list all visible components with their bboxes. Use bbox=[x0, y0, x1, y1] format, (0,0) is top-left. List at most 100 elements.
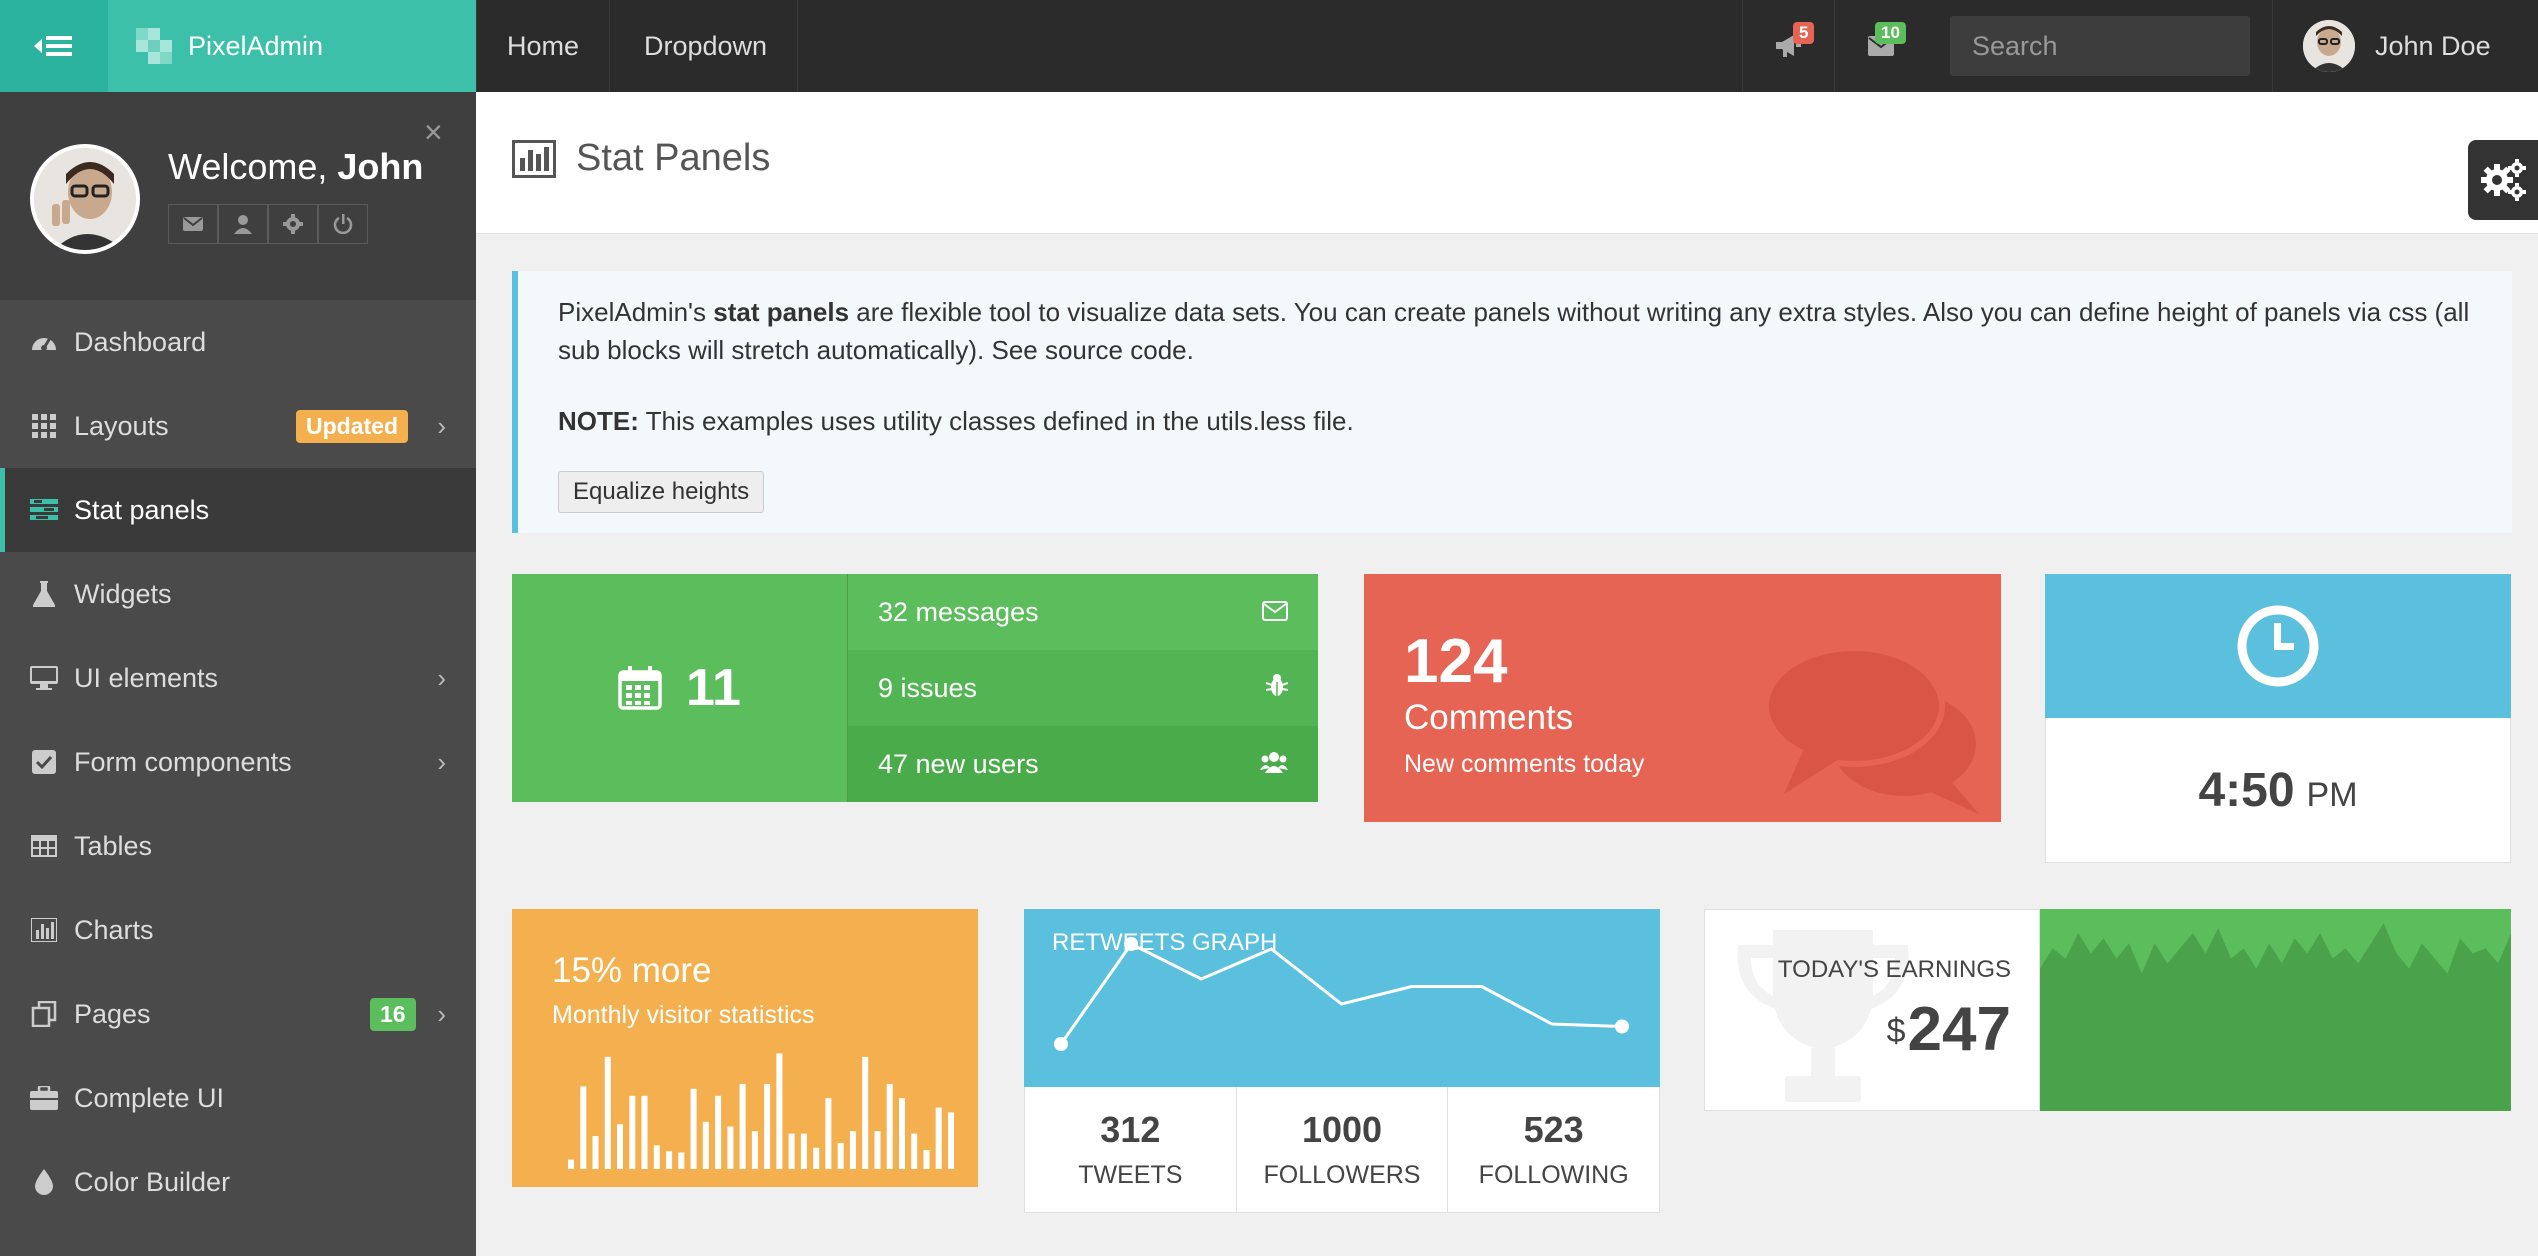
visitors-bar bbox=[727, 1126, 734, 1169]
earnings-area-chart bbox=[2040, 909, 2511, 1111]
sidebar-item-label: Pages bbox=[74, 998, 151, 1029]
visitors-bar bbox=[751, 1131, 758, 1169]
bar-chart-icon bbox=[30, 916, 58, 944]
visitors-bar bbox=[886, 1084, 893, 1169]
visitors-bar bbox=[813, 1147, 820, 1169]
sidebar-item-form-components[interactable]: Form components › bbox=[0, 720, 476, 804]
visitors-bar bbox=[666, 1151, 673, 1169]
visitors-bar bbox=[653, 1145, 660, 1169]
settings-toggle-button[interactable] bbox=[2468, 140, 2538, 220]
sidebar-item-complete-ui[interactable]: Complete UI bbox=[0, 1056, 476, 1140]
visitors-bar bbox=[678, 1152, 685, 1169]
visitors-bar bbox=[629, 1095, 636, 1169]
desktop-icon bbox=[30, 664, 58, 692]
clock-ampm: PM bbox=[2306, 775, 2358, 814]
brand-link[interactable]: PixelAdmin bbox=[108, 0, 476, 92]
search-input[interactable] bbox=[1950, 16, 2250, 76]
visitors-bar bbox=[739, 1084, 746, 1169]
visitors-bar bbox=[935, 1107, 942, 1169]
cogs-icon bbox=[2481, 159, 2526, 201]
visitors-bar bbox=[911, 1133, 918, 1169]
note-paragraph: PixelAdmin's stat panels are flexible to… bbox=[558, 297, 2470, 365]
profile-messages-button[interactable] bbox=[168, 204, 218, 244]
visitors-bar bbox=[617, 1124, 623, 1169]
page-title: Stat Panels bbox=[512, 137, 770, 180]
sidebar-item-color-builder[interactable]: Color Builder bbox=[0, 1140, 476, 1224]
calendar-icon bbox=[618, 666, 662, 710]
profile-actions bbox=[168, 204, 368, 244]
sidebar-item-label: Color Builder bbox=[74, 1166, 231, 1197]
calendar-value: 11 bbox=[686, 659, 741, 717]
equalize-heights-button[interactable]: Equalize heights bbox=[558, 471, 765, 513]
sidebar-item-label: Charts bbox=[74, 914, 154, 945]
visitors-bar bbox=[788, 1133, 795, 1169]
sidebar-item-charts[interactable]: Charts bbox=[0, 888, 476, 972]
earnings-block: TODAY'S EARNINGS $ 247 bbox=[1704, 909, 2040, 1111]
chevron-right-icon: › bbox=[437, 662, 446, 693]
sidebar-item-label: UI elements bbox=[74, 662, 219, 693]
top-navbar: PixelAdmin Home Dropdown 5 10 John Doe bbox=[0, 0, 2538, 92]
issues-stat-row[interactable]: 9 issues bbox=[847, 650, 1318, 726]
retweets-graph-block: RETWEETS GRAPH bbox=[1024, 909, 1660, 1087]
visitors-bar bbox=[923, 1150, 930, 1169]
sidebar-item-layouts[interactable]: Layouts Updated › bbox=[0, 384, 476, 468]
retweets-point bbox=[1054, 1037, 1068, 1051]
tweets-stat[interactable]: 312 TWEETS bbox=[1025, 1087, 1237, 1212]
calendar-stat-panel: 11 32 messages 9 issues 47 new users bbox=[512, 574, 1318, 802]
pages-count-badge: 16 bbox=[370, 997, 416, 1031]
clock-icon bbox=[2237, 605, 2319, 687]
visitors-bar bbox=[641, 1095, 648, 1169]
visitors-bar bbox=[800, 1133, 807, 1169]
menu-toggle-button[interactable] bbox=[0, 0, 108, 92]
profile-settings-button[interactable] bbox=[268, 204, 318, 244]
user-icon bbox=[234, 215, 252, 234]
sidebar-item-dashboard[interactable]: Dashboard bbox=[0, 300, 476, 384]
profile-logout-button[interactable] bbox=[318, 204, 368, 244]
sidebar-item-label: Form components bbox=[74, 746, 292, 777]
messages-count-badge: 10 bbox=[1875, 22, 1906, 44]
notifications-button[interactable]: 5 bbox=[1742, 0, 1834, 92]
retweets-line-chart bbox=[1054, 937, 1629, 1051]
earnings-amount: 247 bbox=[1907, 995, 2011, 1064]
nav-home-link[interactable]: Home bbox=[476, 0, 611, 92]
sidebar-profile: Welcome, John × bbox=[0, 92, 476, 300]
check-square-icon bbox=[30, 748, 58, 776]
user-name: John Doe bbox=[2375, 30, 2491, 61]
envelope-icon bbox=[183, 217, 203, 231]
sidebar-item-stat-panels[interactable]: Stat panels bbox=[0, 468, 476, 552]
comments-icon bbox=[1764, 645, 1979, 814]
close-icon[interactable]: × bbox=[424, 114, 443, 151]
sidebar-item-pages[interactable]: Pages 16 › bbox=[0, 972, 476, 1056]
earnings-stat-panel: TODAY'S EARNINGS $ 247 bbox=[1704, 909, 2511, 1111]
brand-name: PixelAdmin bbox=[188, 30, 324, 61]
clock-stat-panel: 4:50 PM bbox=[2045, 574, 2511, 863]
notifications-count-badge: 5 bbox=[1793, 22, 1815, 44]
visitors-subtitle: Monthly visitor statistics bbox=[552, 1001, 815, 1029]
user-menu[interactable]: John Doe bbox=[2272, 0, 2538, 92]
earnings-value: $ 247 bbox=[1887, 994, 2011, 1065]
followers-stat[interactable]: 1000 FOLLOWERS bbox=[1237, 1087, 1449, 1212]
page-header: Stat Panels bbox=[476, 92, 2538, 234]
messages-stat-row[interactable]: 32 messages bbox=[847, 574, 1318, 650]
sidebar-item-tables[interactable]: Tables bbox=[0, 804, 476, 888]
flask-icon bbox=[30, 580, 58, 608]
sidebar-item-label: Dashboard bbox=[74, 326, 207, 357]
visitors-bar bbox=[764, 1084, 771, 1169]
welcome-text: Welcome, John bbox=[168, 146, 424, 187]
messages-button[interactable]: 10 bbox=[1834, 0, 1926, 92]
earnings-chart-block bbox=[2040, 909, 2511, 1111]
profile-user-button[interactable] bbox=[218, 204, 268, 244]
sidebar-item-label: Stat panels bbox=[74, 494, 210, 525]
updated-badge: Updated bbox=[296, 409, 408, 443]
nav-dropdown-link[interactable]: Dropdown bbox=[614, 0, 799, 92]
user-avatar bbox=[2303, 20, 2355, 72]
new-users-stat-row[interactable]: 47 new users bbox=[847, 726, 1318, 802]
retweets-line bbox=[1059, 942, 1623, 1045]
sidebar-item-ui-elements[interactable]: UI elements › bbox=[0, 636, 476, 720]
visitors-bar bbox=[715, 1095, 722, 1169]
retweets-point bbox=[1615, 1019, 1629, 1034]
bug-icon bbox=[1265, 673, 1289, 704]
following-stat[interactable]: 523 FOLLOWING bbox=[1448, 1087, 1659, 1212]
users-icon bbox=[1260, 749, 1288, 780]
sidebar-item-widgets[interactable]: Widgets bbox=[0, 552, 476, 636]
